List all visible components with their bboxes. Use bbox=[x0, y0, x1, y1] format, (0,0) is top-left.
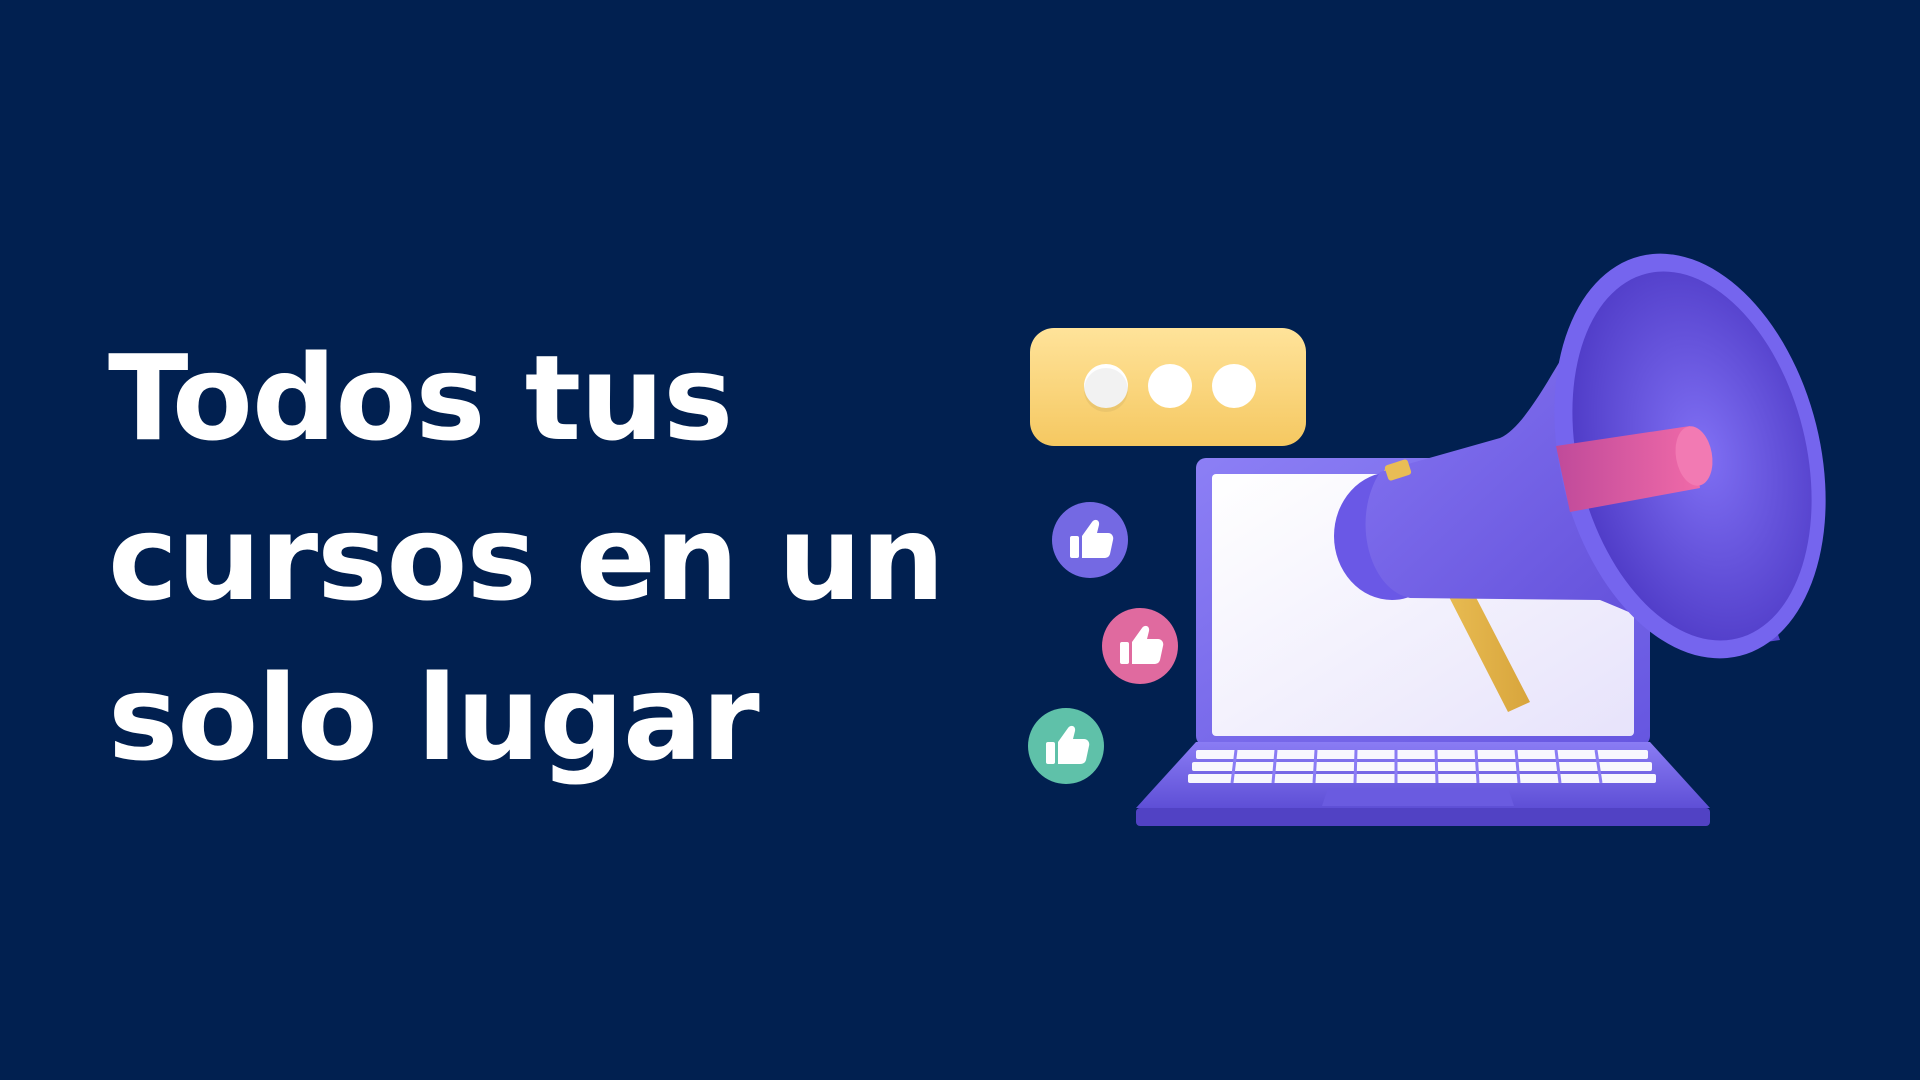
typing-dots-icon bbox=[1030, 328, 1306, 446]
thumbs-up-icon bbox=[1102, 608, 1178, 684]
marketing-illustration bbox=[1028, 253, 1826, 826]
thumbs-up-icon bbox=[1052, 502, 1128, 578]
thumbs-up-icon bbox=[1028, 708, 1104, 784]
banner: Todos tus cursos en un solo lugar bbox=[0, 0, 1920, 1080]
